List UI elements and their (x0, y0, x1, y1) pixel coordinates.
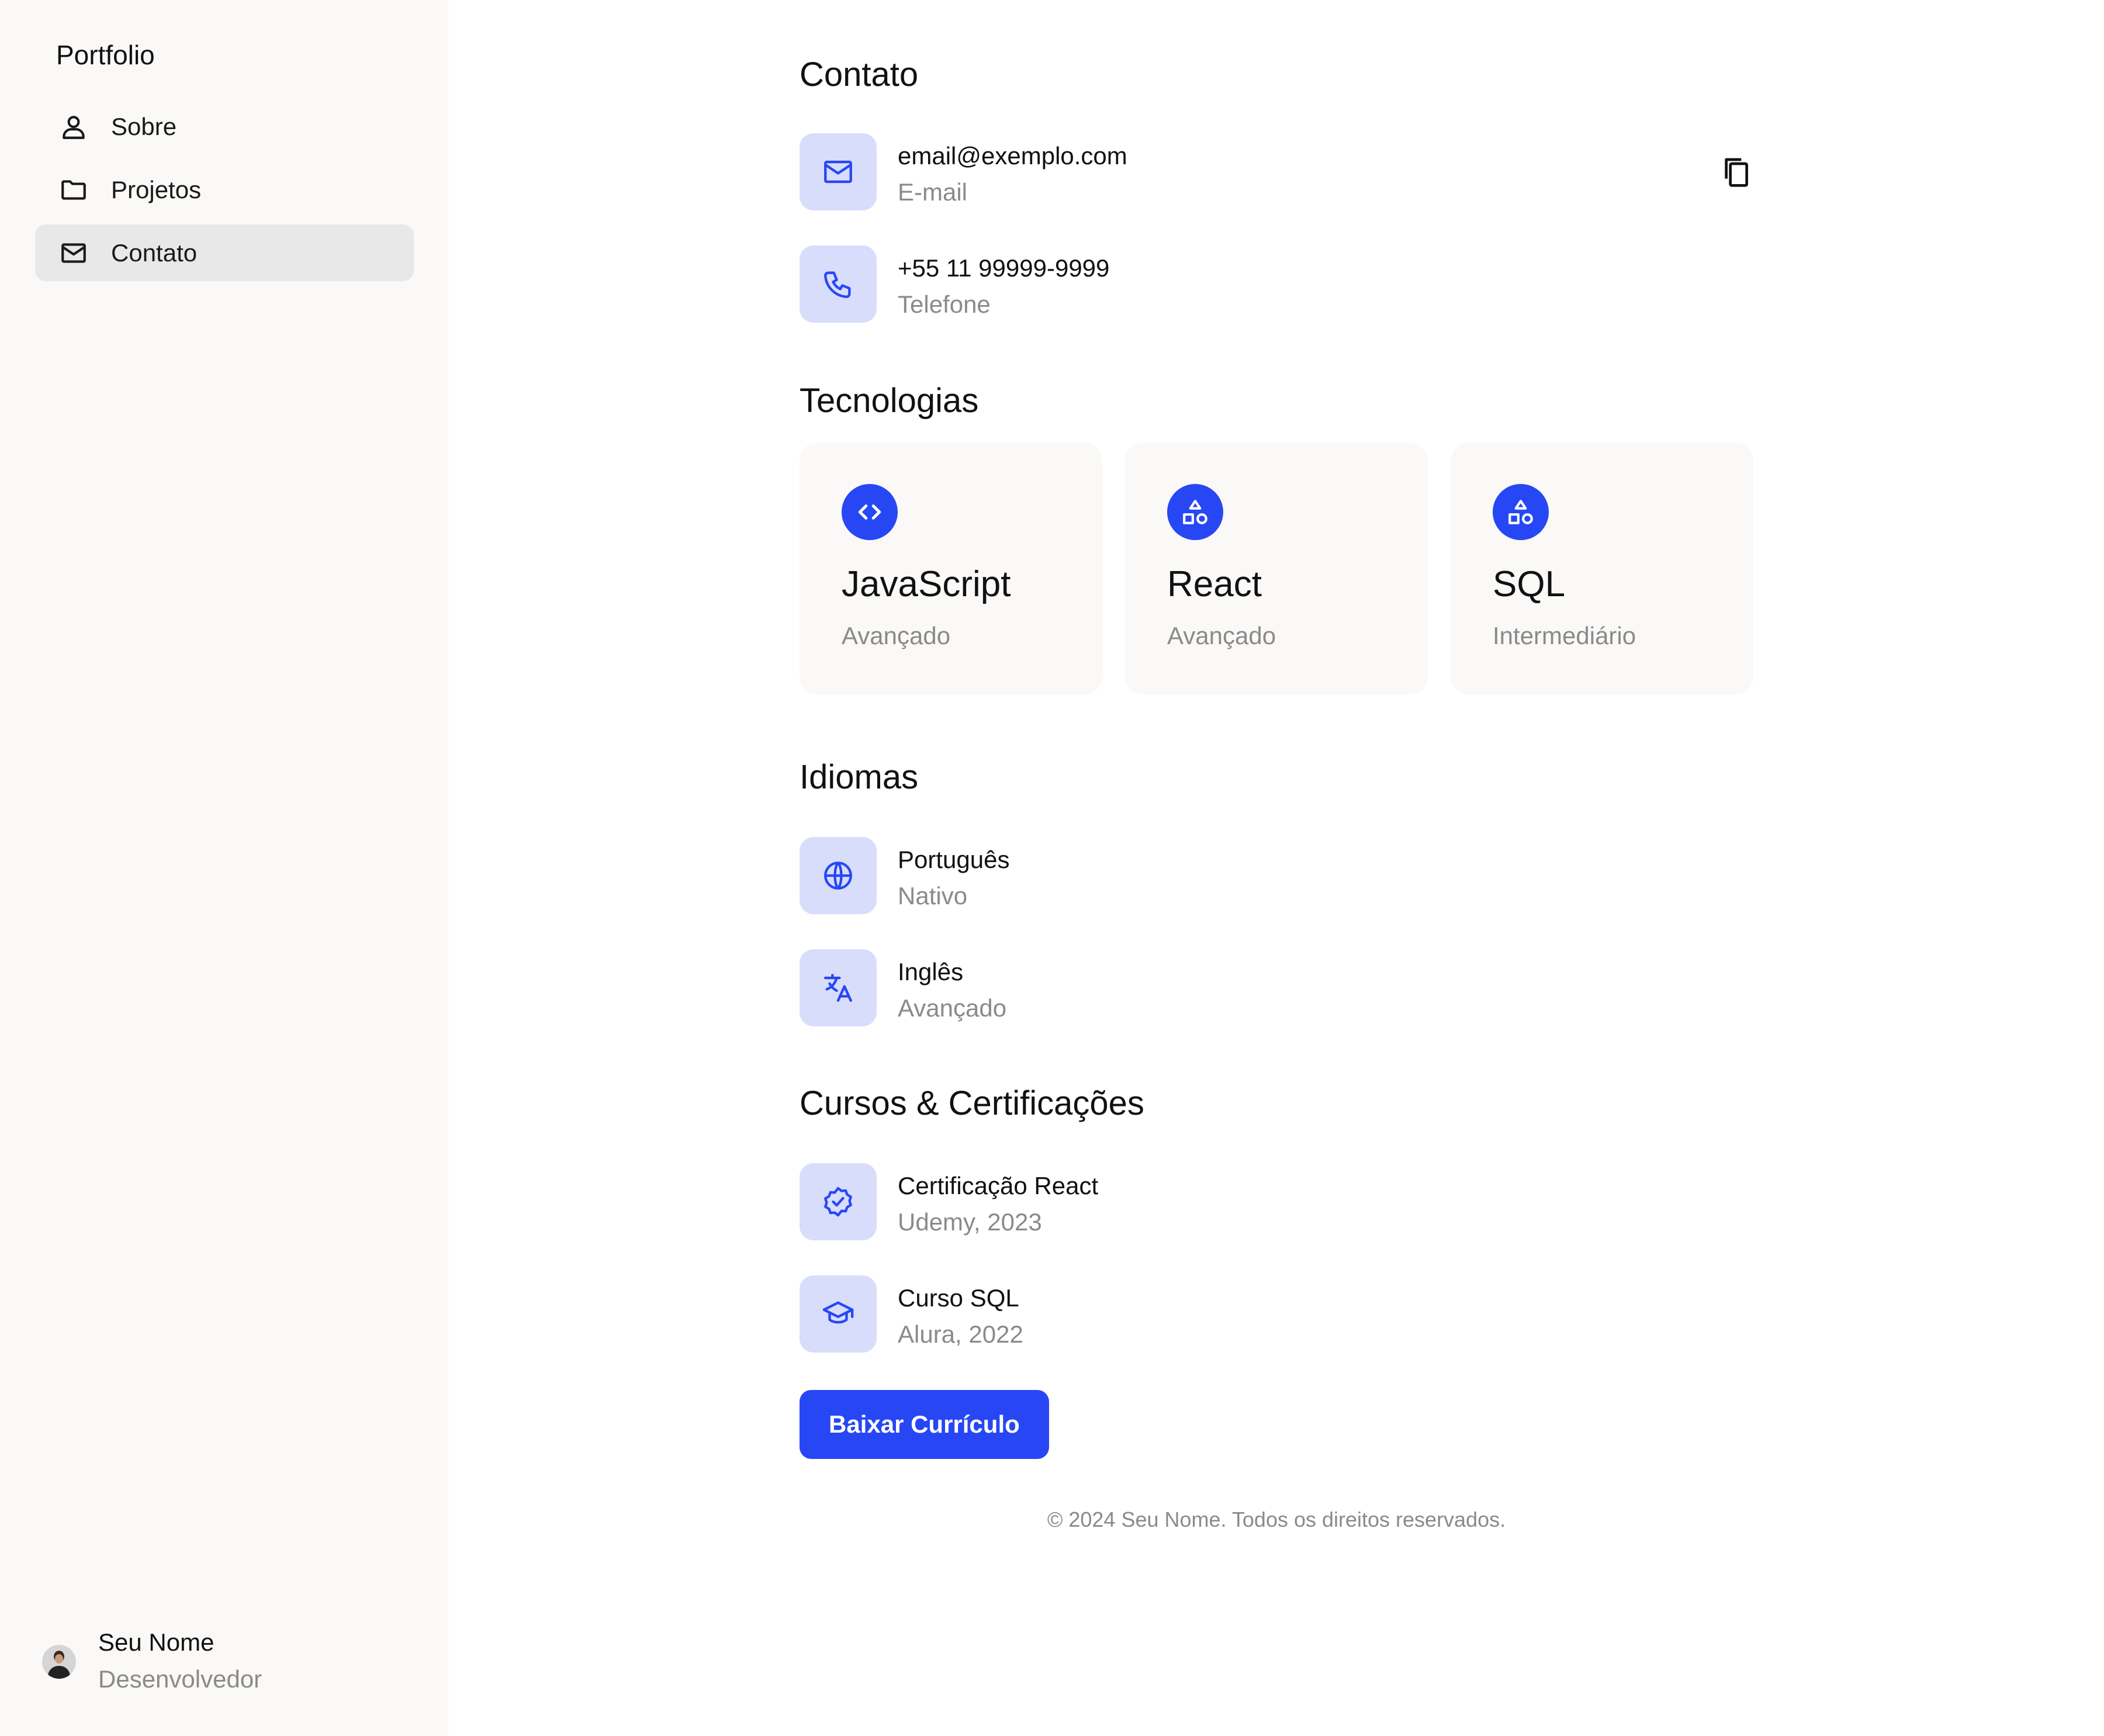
sidebar-item-label: Projetos (111, 175, 202, 203)
contact-email-label: E-mail (898, 178, 968, 206)
graduation-cap-icon (800, 1275, 877, 1353)
contact-phone-label: Telefone (898, 291, 991, 318)
copy-icon (1725, 158, 1748, 187)
contact-email-value[interactable]: email@exemplo.com (898, 139, 1127, 173)
contact-phone-row: +55 11 99999-9999 Telefone (800, 245, 1109, 324)
sidebar-item-projetos[interactable]: Projetos (35, 161, 414, 218)
course-row-sql: Curso SQL Alura, 2022 (800, 1275, 1023, 1354)
contact-email-row: email@exemplo.com E-mail (800, 133, 1127, 212)
avatar (42, 1645, 76, 1679)
language-level: Avançado (898, 994, 1007, 1022)
globe-icon (800, 837, 877, 914)
mail-icon (57, 237, 90, 269)
badge-check-icon (800, 1163, 877, 1240)
copy-button[interactable] (1718, 153, 1753, 191)
sidebar-item-sobre[interactable]: Sobre (35, 98, 414, 155)
course-name: Certificação React (898, 1172, 1099, 1199)
shapes-icon (1493, 484, 1549, 540)
code-icon (842, 484, 898, 540)
course-detail: Udemy, 2023 (898, 1208, 1042, 1236)
course-name: Curso SQL (898, 1284, 1019, 1312)
tech-card-javascript: JavaScript Avançado (800, 443, 1102, 694)
tech-name: SQL (1493, 564, 1566, 604)
course-row-react: Certificação React Udemy, 2023 (800, 1163, 1098, 1242)
shapes-icon (1167, 484, 1223, 540)
footer-copyright: © 2024 Seu Nome. Todos os direitos reser… (1047, 1507, 1506, 1531)
sidebar-item-label: Sobre (111, 112, 177, 140)
user-icon (57, 110, 90, 143)
sidebar-item-contato[interactable]: Contato (35, 224, 414, 281)
folder-icon (57, 174, 90, 206)
tech-level: Intermediário (1493, 622, 1636, 649)
sidebar-item-label: Contato (111, 238, 198, 267)
profile-role: Desenvolvedor (98, 1665, 262, 1693)
contact-title: Contato (800, 56, 919, 94)
tech-name: JavaScript (842, 564, 1011, 604)
translate-icon (800, 949, 877, 1026)
tech-level: Avançado (1167, 622, 1276, 649)
technologies-title: Tecnologias (800, 382, 979, 420)
language-level: Nativo (898, 882, 968, 910)
mail-icon (800, 133, 877, 210)
user-profile[interactable]: Seu Nome Desenvolvedor (42, 1625, 262, 1699)
contact-phone-value[interactable]: +55 11 99999-9999 (898, 251, 1109, 285)
courses-title: Cursos & Certificações (800, 1084, 1144, 1122)
language-name: Inglês (898, 958, 964, 985)
profile-name: Seu Nome (98, 1628, 214, 1656)
brand-title: Portfolio (56, 40, 155, 70)
phone-icon (800, 245, 877, 323)
language-row-portugues: Português Nativo (800, 837, 1009, 915)
tech-level: Avançado (842, 622, 951, 649)
tech-card-react: React Avançado (1125, 443, 1428, 694)
language-name: Português (898, 846, 1010, 873)
languages-title: Idiomas (800, 758, 919, 796)
tech-name: React (1167, 564, 1262, 604)
download-resume-button[interactable]: Baixar Currículo (800, 1390, 1049, 1459)
sidebar: Portfolio Sobre Projetos Contato Seu Nom… (0, 0, 448, 1736)
course-detail: Alura, 2022 (898, 1320, 1023, 1348)
sidebar-nav: Sobre Projetos Contato (35, 98, 414, 288)
tech-card-sql: SQL Intermediário (1451, 443, 1753, 694)
language-row-ingles: Inglês Avançado (800, 949, 1006, 1028)
